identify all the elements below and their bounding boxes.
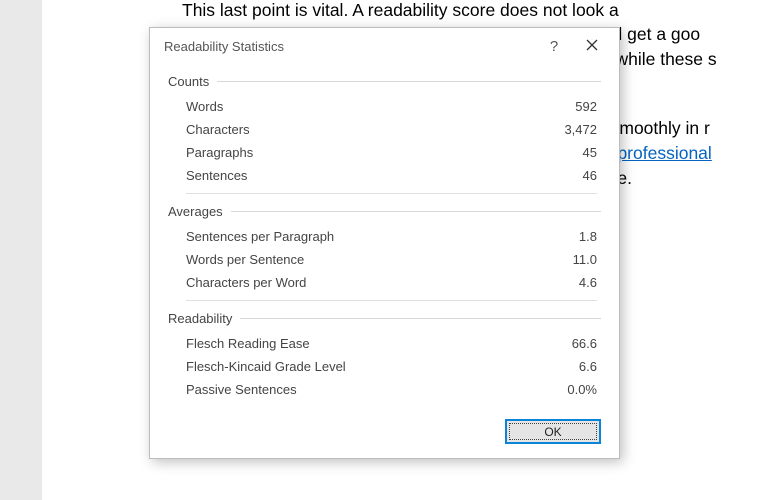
- section-rule: [240, 318, 601, 319]
- stat-label: Words per Sentence: [186, 250, 304, 269]
- stat-row: Flesch Reading Ease 66.6: [168, 332, 601, 355]
- stat-value: 0.0%: [567, 380, 597, 399]
- stat-row: Characters 3,472: [168, 118, 601, 141]
- doc-link-professional[interactable]: professional: [617, 143, 711, 163]
- section-label: Counts: [168, 74, 209, 89]
- dialog-body: Counts Words 592 Characters 3,472 Paragrap…: [150, 74, 619, 458]
- stat-label: Flesch-Kincaid Grade Level: [186, 357, 346, 376]
- stat-row: Sentences per Paragraph 1.8: [168, 225, 601, 248]
- stat-value: 4.6: [579, 273, 597, 292]
- stat-label: Paragraphs: [186, 143, 253, 162]
- stat-row: Passive Sentences 0.0%: [168, 378, 601, 401]
- stat-value: 45: [583, 143, 597, 162]
- section-header-averages: Averages: [168, 204, 601, 219]
- separator: [186, 300, 597, 301]
- stat-row: Flesch-Kincaid Grade Level 6.6: [168, 355, 601, 378]
- dialog-titlebar: Readability Statistics ?: [150, 28, 619, 64]
- stat-label: Flesch Reading Ease: [186, 334, 310, 353]
- ok-button[interactable]: OK: [505, 419, 601, 444]
- close-button[interactable]: [573, 38, 611, 55]
- stat-row: Paragraphs 45: [168, 141, 601, 164]
- stat-label: Sentences: [186, 166, 247, 185]
- stat-value: 46: [583, 166, 597, 185]
- separator: [186, 193, 597, 194]
- stat-label: Characters per Word: [186, 273, 306, 292]
- doc-text-line: This last point is vital. A readability …: [182, 0, 619, 23]
- help-button[interactable]: ?: [535, 38, 573, 55]
- stat-label: Passive Sentences: [186, 380, 297, 399]
- section-rule: [231, 211, 601, 212]
- section-header-counts: Counts: [168, 74, 601, 89]
- stat-row: Words per Sentence 11.0: [168, 248, 601, 271]
- stat-label: Words: [186, 97, 223, 116]
- stat-value: 11.0: [573, 250, 597, 269]
- dialog-title: Readability Statistics: [164, 39, 535, 54]
- stat-value: 592: [575, 97, 597, 116]
- stat-value: 3,472: [564, 120, 597, 139]
- section-label: Readability: [168, 311, 232, 326]
- stat-value: 66.6: [572, 334, 597, 353]
- stat-row: Words 592: [168, 95, 601, 118]
- stat-value: 6.6: [579, 357, 597, 376]
- section-label: Averages: [168, 204, 223, 219]
- stat-label: Sentences per Paragraph: [186, 227, 334, 246]
- stat-row: Sentences 46: [168, 164, 601, 187]
- section-header-readability: Readability: [168, 311, 601, 326]
- dialog-footer: OK: [168, 401, 601, 444]
- close-icon: [586, 39, 598, 51]
- stat-row: Characters per Word 4.6: [168, 271, 601, 294]
- section-rule: [217, 81, 601, 82]
- page-left-margin: [0, 0, 42, 500]
- readability-statistics-dialog: Readability Statistics ? Counts Words 592…: [149, 27, 620, 459]
- stat-label: Characters: [186, 120, 250, 139]
- stat-value: 1.8: [579, 227, 597, 246]
